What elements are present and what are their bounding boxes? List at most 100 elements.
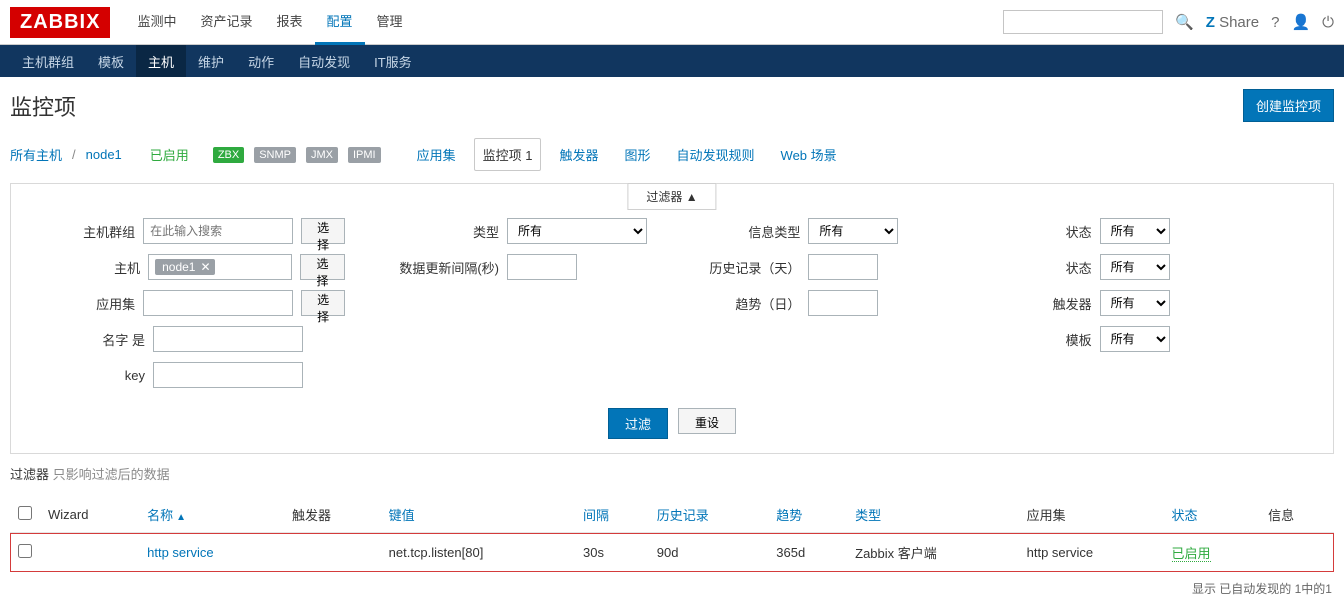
logo: ZABBIX [10,7,110,38]
item-type: Zabbix 客户端 [847,533,1018,573]
template-label: 模板 [1012,330,1092,349]
app-select-button[interactable]: 选择 [301,290,345,316]
host-chip-remove-icon[interactable]: ✕ [200,260,210,274]
state2-label: 状态 [1012,258,1092,277]
filter-toggle[interactable]: 过滤器 ▲ [627,183,716,210]
subnav-discovery[interactable]: 自动发现 [286,45,362,77]
breadcrumb: 所有主机 / node1 已启用 ZBX SNMP JMX IPMI 应用集 监… [0,134,1344,183]
col-triggers: 触发器 [284,497,381,533]
hostgroup-label: 主机群组 [35,222,135,241]
topnav-admin[interactable]: 管理 [365,0,415,45]
logout-icon[interactable]: ⏻ [1322,14,1334,31]
type-select[interactable]: 所有 [507,218,647,244]
topnav-inventory[interactable]: 资产记录 [188,0,264,45]
col-app: 应用集 [1019,497,1164,533]
subnav-itservice[interactable]: IT服务 [362,45,424,77]
col-trend[interactable]: 趋势 [768,497,847,533]
global-search-input[interactable] [1003,10,1163,34]
infotype-label: 信息类型 [690,222,800,241]
col-status[interactable]: 状态 [1164,497,1261,533]
filter-note-lead: 过滤器 [10,467,49,482]
sort-asc-icon: ▲ [176,512,186,523]
name-label: 名字 是 [35,330,145,349]
col-name[interactable]: 名称▲ [139,497,284,533]
topnav-reports[interactable]: 报表 [264,0,314,45]
top-nav: 监测中 资产记录 报表 配置 管理 [125,0,1003,45]
subnav-hosts[interactable]: 主机 [136,45,186,77]
help-icon[interactable]: ? [1271,14,1279,31]
hostgroup-input[interactable] [143,218,293,244]
search-icon[interactable]: 🔍 [1175,13,1194,31]
table-row: http service net.tcp.listen[80] 30s 90d … [10,533,1334,573]
trend-label: 趋势（日） [690,294,800,313]
infotype-select[interactable]: 所有 [808,218,898,244]
row-checkbox[interactable] [18,544,32,558]
key-label: key [35,368,145,383]
crumb-host[interactable]: node1 [86,147,122,162]
col-type[interactable]: 类型 [847,497,1018,533]
item-history: 90d [649,533,768,573]
host-label: 主机 [35,258,140,277]
filter-note-rest: 只影响过滤后的数据 [53,467,170,482]
proto-jmx-tag: JMX [306,147,338,163]
topnav-config[interactable]: 配置 [315,0,365,45]
item-app: http service [1019,533,1164,573]
col-wizard: Wizard [40,497,139,533]
app-label: 应用集 [35,294,135,313]
host-select-button[interactable]: 选择 [300,254,345,280]
item-name-link[interactable]: http service [147,545,213,560]
state2-select[interactable]: 所有 [1100,254,1170,280]
select-all-checkbox[interactable] [18,506,32,520]
items-table: Wizard 名称▲ 触发器 键值 间隔 历史记录 趋势 类型 应用集 状态 信… [10,497,1334,572]
subnav-hostgroups[interactable]: 主机群组 [10,45,86,77]
filter-panel: 过滤器 ▲ 主机群组选择 主机node1✕选择 应用集选择 名字 是 key 类… [10,183,1334,454]
hostgroup-select-button[interactable]: 选择 [301,218,345,244]
item-key: net.tcp.listen[80] [381,533,575,573]
user-icon[interactable]: 👤 [1291,13,1310,31]
tab-web[interactable]: Web 场景 [773,139,845,170]
col-interval[interactable]: 间隔 [575,497,649,533]
trigger-filter-label: 触发器 [1012,294,1092,313]
state1-select[interactable]: 所有 [1100,218,1170,244]
state1-label: 状态 [1012,222,1092,241]
history-input[interactable] [808,254,878,280]
col-key[interactable]: 键值 [381,497,575,533]
item-trend: 365d [768,533,847,573]
proto-ipmi-tag: IPMI [348,147,381,163]
col-info: 信息 [1260,497,1334,533]
table-footer: 显示 已自动发现的 1中的1 [0,574,1344,611]
subnav-maintenance[interactable]: 维护 [186,45,236,77]
crumb-all-hosts[interactable]: 所有主机 [10,145,62,164]
trigger-select[interactable]: 所有 [1100,290,1170,316]
host-enabled-label: 已启用 [150,145,189,164]
proto-zbx-tag: ZBX [213,147,244,163]
topnav-monitor[interactable]: 监测中 [125,0,188,45]
subnav-actions[interactable]: 动作 [236,45,286,77]
tab-graphs[interactable]: 图形 [617,139,659,170]
name-input[interactable] [153,326,303,352]
template-select[interactable]: 所有 [1100,326,1170,352]
tab-applications[interactable]: 应用集 [409,139,464,170]
history-label: 历史记录（天） [690,258,800,277]
crumb-sep: / [72,147,76,162]
filter-apply-button[interactable]: 过滤 [608,408,668,439]
subnav-templates[interactable]: 模板 [86,45,136,77]
share-link[interactable]: Z Share [1206,14,1259,31]
type-label: 类型 [369,222,499,241]
update-interval-label: 数据更新间隔(秒) [369,258,499,277]
item-interval: 30s [575,533,649,573]
host-chip[interactable]: node1✕ [155,259,214,275]
key-input[interactable] [153,362,303,388]
tab-discovery-rules[interactable]: 自动发现规则 [669,139,763,170]
sub-nav: 主机群组 模板 主机 维护 动作 自动发现 IT服务 [0,45,1344,77]
tab-items[interactable]: 监控项 1 [474,138,542,171]
col-history[interactable]: 历史记录 [649,497,768,533]
trend-input[interactable] [808,290,878,316]
update-interval-input[interactable] [507,254,577,280]
app-input[interactable] [143,290,293,316]
create-item-button[interactable]: 创建监控项 [1243,89,1334,122]
filter-reset-button[interactable]: 重设 [678,408,736,434]
page-title: 监控项 [10,90,76,122]
tab-triggers[interactable]: 触发器 [551,139,606,170]
item-status-toggle[interactable]: 已启用 [1172,546,1211,562]
